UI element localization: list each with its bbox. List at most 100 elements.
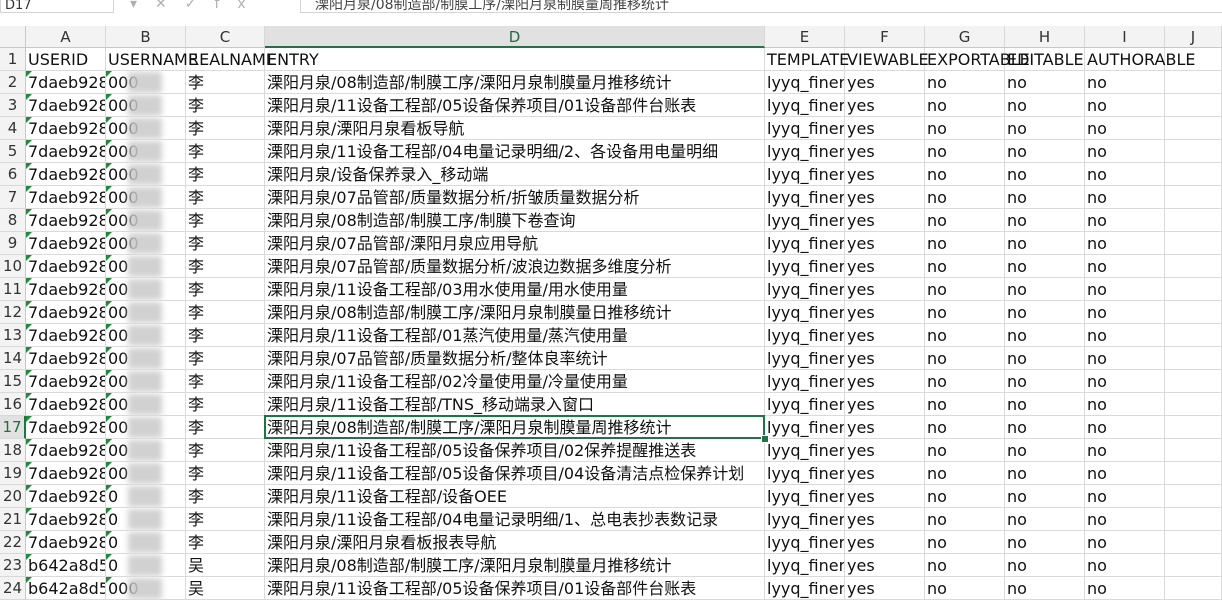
username-cell[interactable]: 00: [106, 462, 186, 485]
viewable-cell[interactable]: yes: [845, 554, 925, 577]
authorable-cell[interactable]: no: [1085, 370, 1165, 393]
exportable-cell[interactable]: no: [925, 94, 1005, 117]
empty-cell[interactable]: [1165, 186, 1222, 209]
authorable-cell[interactable]: no: [1085, 140, 1165, 163]
entry-cell[interactable]: 溧阳月泉/溧阳月泉看板报表导航: [265, 531, 765, 554]
username-cell[interactable]: 00: [106, 347, 186, 370]
template-cell[interactable]: lyyq_finereport: [765, 347, 845, 370]
username-cell[interactable]: 000: [106, 163, 186, 186]
empty-cell[interactable]: [1165, 301, 1222, 324]
empty-cell[interactable]: [1165, 278, 1222, 301]
realname-cell[interactable]: 李: [186, 71, 265, 94]
editable-cell[interactable]: no: [1005, 577, 1085, 600]
empty-cell[interactable]: [1165, 508, 1222, 531]
authorable-cell[interactable]: no: [1085, 186, 1165, 209]
viewable-cell[interactable]: yes: [845, 485, 925, 508]
empty-cell[interactable]: [1165, 117, 1222, 140]
viewable-cell[interactable]: yes: [845, 278, 925, 301]
header-cell-c[interactable]: REALNAME: [186, 48, 276, 71]
userid-cell[interactable]: 7daeb928: [26, 117, 106, 140]
username-cell[interactable]: 00: [106, 324, 186, 347]
row-header[interactable]: 19: [0, 462, 26, 485]
exportable-cell[interactable]: no: [925, 554, 1005, 577]
username-cell[interactable]: 00: [106, 278, 186, 301]
template-cell[interactable]: lyyq_finereport: [765, 554, 845, 577]
userid-cell[interactable]: 7daeb928: [26, 255, 106, 278]
viewable-cell[interactable]: yes: [845, 163, 925, 186]
entry-cell[interactable]: 溧阳月泉/11设备工程部/05设备保养项目/04设备清洁点检保养计划: [265, 462, 765, 485]
entry-cell[interactable]: 溧阳月泉/07品管部/质量数据分析/波浪边数据多维度分析: [265, 255, 765, 278]
formula-input[interactable]: 溧阳月泉/08制造部/制膜工序/溧阳月泉制膜量周推移统计: [300, 0, 1222, 13]
entry-cell[interactable]: 溧阳月泉/08制造部/制膜工序/溧阳月泉制膜量日推移统计: [265, 301, 765, 324]
row-header[interactable]: 24: [0, 577, 26, 600]
entry-cell[interactable]: 溧阳月泉/11设备工程部/04电量记录明细/1、总电表抄表数记录: [265, 508, 765, 531]
username-cell[interactable]: 000: [106, 140, 186, 163]
userid-cell[interactable]: 7daeb928: [26, 324, 106, 347]
viewable-cell[interactable]: yes: [845, 508, 925, 531]
exportable-cell[interactable]: no: [925, 163, 1005, 186]
editable-cell[interactable]: no: [1005, 71, 1085, 94]
template-cell[interactable]: lyyq_finereport: [765, 531, 845, 554]
editable-cell[interactable]: no: [1005, 94, 1085, 117]
column-header-b[interactable]: B: [106, 26, 186, 48]
entry-cell[interactable]: 溧阳月泉/08制造部/制膜工序/溧阳月泉制膜量周推移统计: [265, 416, 765, 439]
exportable-cell[interactable]: no: [925, 531, 1005, 554]
editable-cell[interactable]: no: [1005, 393, 1085, 416]
row-header[interactable]: 3: [0, 94, 26, 117]
editable-cell[interactable]: no: [1005, 554, 1085, 577]
entry-cell[interactable]: 溧阳月泉/11设备工程部/设备OEE: [265, 485, 765, 508]
cancel-icon[interactable]: ✕: [155, 0, 185, 12]
viewable-cell[interactable]: yes: [845, 416, 925, 439]
entry-cell[interactable]: 溧阳月泉/08制造部/制膜工序/溧阳月泉制膜量月推移统计: [265, 554, 765, 577]
viewable-cell[interactable]: yes: [845, 577, 925, 600]
exportable-cell[interactable]: no: [925, 577, 1005, 600]
row-header[interactable]: 1: [0, 48, 26, 71]
exportable-cell[interactable]: no: [925, 278, 1005, 301]
entry-cell[interactable]: 溧阳月泉/07品管部/质量数据分析/折皱质量数据分析: [265, 186, 765, 209]
realname-cell[interactable]: 李: [186, 255, 265, 278]
exportable-cell[interactable]: no: [925, 416, 1005, 439]
entry-cell[interactable]: 溧阳月泉/11设备工程部/03用水使用量/用水使用量: [265, 278, 765, 301]
username-cell[interactable]: 000: [106, 117, 186, 140]
userid-cell[interactable]: 7daeb928: [26, 531, 106, 554]
exportable-cell[interactable]: no: [925, 462, 1005, 485]
username-cell[interactable]: 00: [106, 255, 186, 278]
realname-cell[interactable]: 李: [186, 186, 265, 209]
realname-cell[interactable]: 李: [186, 347, 265, 370]
exportable-cell[interactable]: no: [925, 140, 1005, 163]
editable-cell[interactable]: no: [1005, 462, 1085, 485]
exportable-cell[interactable]: no: [925, 209, 1005, 232]
viewable-cell[interactable]: yes: [845, 462, 925, 485]
realname-cell[interactable]: 李: [186, 278, 265, 301]
template-cell[interactable]: lyyq_finereport: [765, 255, 845, 278]
row-header[interactable]: 23: [0, 554, 26, 577]
authorable-cell[interactable]: no: [1085, 94, 1165, 117]
username-cell[interactable]: 00: [106, 416, 186, 439]
template-cell[interactable]: lyyq_finereport: [765, 439, 845, 462]
entry-cell[interactable]: 溧阳月泉/11设备工程部/05设备保养项目/02保养提醒推送表: [265, 439, 765, 462]
exportable-cell[interactable]: no: [925, 393, 1005, 416]
header-cell-d[interactable]: ENTRY: [265, 48, 765, 71]
authorable-cell[interactable]: no: [1085, 393, 1165, 416]
entry-cell[interactable]: 溧阳月泉/07品管部/溧阳月泉应用导航: [265, 232, 765, 255]
editable-cell[interactable]: no: [1005, 485, 1085, 508]
header-cell-a[interactable]: USERID: [26, 48, 106, 71]
authorable-cell[interactable]: no: [1085, 577, 1165, 600]
template-cell[interactable]: lyyq_finereport: [765, 508, 845, 531]
row-header[interactable]: 18: [0, 439, 26, 462]
username-cell[interactable]: 000: [106, 577, 186, 600]
viewable-cell[interactable]: yes: [845, 370, 925, 393]
realname-cell[interactable]: 李: [186, 462, 265, 485]
userid-cell[interactable]: 7daeb928: [26, 462, 106, 485]
row-header[interactable]: 2: [0, 71, 26, 94]
template-cell[interactable]: lyyq_finereport: [765, 186, 845, 209]
template-cell[interactable]: lyyq_finereport: [765, 278, 845, 301]
name-box[interactable]: D17: [0, 0, 114, 13]
authorable-cell[interactable]: no: [1085, 439, 1165, 462]
empty-cell[interactable]: [1165, 163, 1222, 186]
column-header-e[interactable]: E: [765, 26, 845, 48]
select-all-corner[interactable]: [0, 26, 26, 48]
authorable-cell[interactable]: no: [1085, 301, 1165, 324]
editable-cell[interactable]: no: [1005, 140, 1085, 163]
exportable-cell[interactable]: no: [925, 347, 1005, 370]
